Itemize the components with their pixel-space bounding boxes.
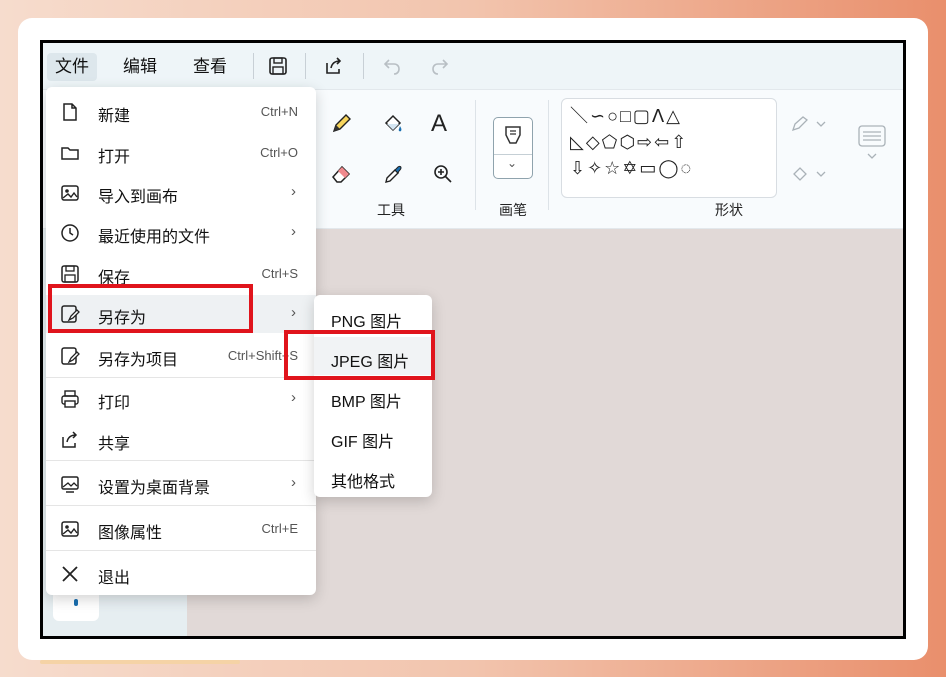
menu-separator xyxy=(46,550,316,551)
import-image-icon xyxy=(61,185,79,201)
share-icon[interactable] xyxy=(323,55,345,77)
file-menu-item-import[interactable]: 导入到画布 › xyxy=(46,174,316,212)
menu-item-label: 新建 xyxy=(98,108,131,125)
submenu-item-label: 其他格式 xyxy=(331,474,396,491)
submenu-chevron-icon: › xyxy=(291,223,296,240)
menu-separator xyxy=(46,377,316,378)
toolbar-separator xyxy=(305,53,306,79)
paint-window: 文件 编辑 查看 A 工具 ⌄ 画笔 ＼∽○□▢ᐱ△ ◺◇⬠⬡⇨⇦⇧ ⇩✧☆✡▭… xyxy=(40,40,906,639)
shapes-gallery[interactable]: ＼∽○□▢ᐱ△ ◺◇⬠⬡⇨⇦⇧ ⇩✧☆✡▭◯◌ xyxy=(561,98,777,198)
outline-dropdown-icon[interactable] xyxy=(791,114,831,134)
fill-bucket-icon[interactable] xyxy=(381,112,405,136)
save-icon[interactable] xyxy=(267,55,289,77)
file-menu-item-image-properties[interactable]: 图像属性 Ctrl+E xyxy=(46,510,316,548)
save-as-gif[interactable]: GIF 图片 xyxy=(314,417,432,455)
menu-item-label: 退出 xyxy=(98,570,131,587)
file-menu-item-recent[interactable]: 最近使用的文件 › xyxy=(46,214,316,252)
highlight-box-save-as xyxy=(48,284,253,333)
menu-file[interactable]: 文件 xyxy=(47,53,97,81)
file-menu-item-set-wallpaper[interactable]: 设置为桌面背景 › xyxy=(46,465,316,503)
toolbar-separator xyxy=(363,53,364,79)
menu-bar: 文件 编辑 查看 xyxy=(43,43,903,90)
brush-selector[interactable]: ⌄ xyxy=(493,117,533,179)
file-menu-item-save-project[interactable]: 另存为项目 Ctrl+Shift+S xyxy=(46,337,316,375)
wallpaper-icon xyxy=(61,476,79,493)
file-menu-dropdown: 新建 Ctrl+N 打开 Ctrl+O 导入到画布 › 最近使用的文件 › 保存… xyxy=(46,87,316,595)
save-project-icon xyxy=(61,347,80,365)
file-menu-item-print[interactable]: 打印 › xyxy=(46,380,316,418)
folder-icon xyxy=(61,147,79,160)
image-properties-icon xyxy=(61,521,79,537)
printer-icon xyxy=(61,390,79,408)
toolbar-separator xyxy=(253,53,254,79)
save-as-other-formats[interactable]: 其他格式 xyxy=(314,457,432,495)
color-picker-icon[interactable] xyxy=(381,162,405,186)
magnifier-icon[interactable] xyxy=(431,162,455,186)
menu-item-shortcut: Ctrl+N xyxy=(260,104,298,119)
submenu-item-label: PNG 图片 xyxy=(331,314,403,331)
eraser-icon[interactable] xyxy=(329,162,353,186)
menu-item-shortcut: Ctrl+E xyxy=(261,521,298,536)
menu-view[interactable]: 查看 xyxy=(185,53,235,81)
menu-item-label: 另存为项目 xyxy=(98,352,179,369)
submenu-item-label: GIF 图片 xyxy=(331,434,395,451)
text-tool[interactable]: A xyxy=(431,110,447,138)
shapes-group-label: 形状 xyxy=(715,202,743,218)
new-file-icon xyxy=(63,103,77,121)
brush-group-label: 画笔 xyxy=(499,202,527,218)
menu-item-label: 最近使用的文件 xyxy=(98,229,211,246)
menu-item-shortcut: Ctrl+O xyxy=(260,145,298,160)
fill-dropdown-icon[interactable] xyxy=(791,164,831,184)
menu-item-shortcut: Ctrl+S xyxy=(261,266,298,281)
highlight-box-jpeg xyxy=(284,330,435,380)
close-icon xyxy=(62,566,78,582)
decorative-underline xyxy=(40,660,240,664)
save-as-bmp[interactable]: BMP 图片 xyxy=(314,377,432,415)
menu-item-label: 打开 xyxy=(98,149,131,166)
shapes-row[interactable]: ＼∽○□▢ᐱ△ xyxy=(570,103,770,129)
menu-edit[interactable]: 编辑 xyxy=(115,53,165,81)
file-menu-item-new[interactable]: 新建 Ctrl+N xyxy=(46,93,316,131)
redo-icon[interactable] xyxy=(429,55,451,77)
menu-item-label: 导入到画布 xyxy=(98,189,179,206)
brush-dropdown-chevron-icon: ⌄ xyxy=(507,156,518,170)
submenu-chevron-icon: › xyxy=(291,183,296,200)
share-icon xyxy=(62,431,78,448)
menu-item-label: 共享 xyxy=(98,436,131,453)
ribbon-separator xyxy=(548,100,549,210)
submenu-chevron-icon: › xyxy=(291,304,296,321)
menu-item-label: 图像属性 xyxy=(98,525,163,542)
file-menu-item-exit[interactable]: 退出 xyxy=(46,555,316,593)
submenu-chevron-icon: › xyxy=(291,474,296,491)
brush-icon xyxy=(505,126,521,144)
tools-group-label: 工具 xyxy=(377,202,405,218)
shapes-row[interactable]: ◺◇⬠⬡⇨⇦⇧ xyxy=(570,129,770,155)
ribbon-separator xyxy=(475,100,476,210)
save-icon xyxy=(61,265,79,283)
file-menu-item-open[interactable]: 打开 Ctrl+O xyxy=(46,134,316,172)
save-as-submenu: PNG 图片 JPEG 图片 BMP 图片 GIF 图片 其他格式 xyxy=(314,295,432,497)
menu-separator xyxy=(46,460,316,461)
submenu-chevron-icon: › xyxy=(291,389,296,406)
submenu-item-label: BMP 图片 xyxy=(331,394,402,411)
size-icon[interactable] xyxy=(857,124,887,164)
undo-icon[interactable] xyxy=(381,55,403,77)
menu-separator xyxy=(46,505,316,506)
pencil-icon[interactable] xyxy=(329,112,353,136)
file-menu-item-share[interactable]: 共享 xyxy=(46,421,316,459)
shapes-row[interactable]: ⇩✧☆✡▭◯◌ xyxy=(570,155,770,181)
clock-icon xyxy=(61,224,79,242)
menu-item-label: 设置为桌面背景 xyxy=(98,480,211,497)
menu-item-label: 打印 xyxy=(98,395,131,412)
